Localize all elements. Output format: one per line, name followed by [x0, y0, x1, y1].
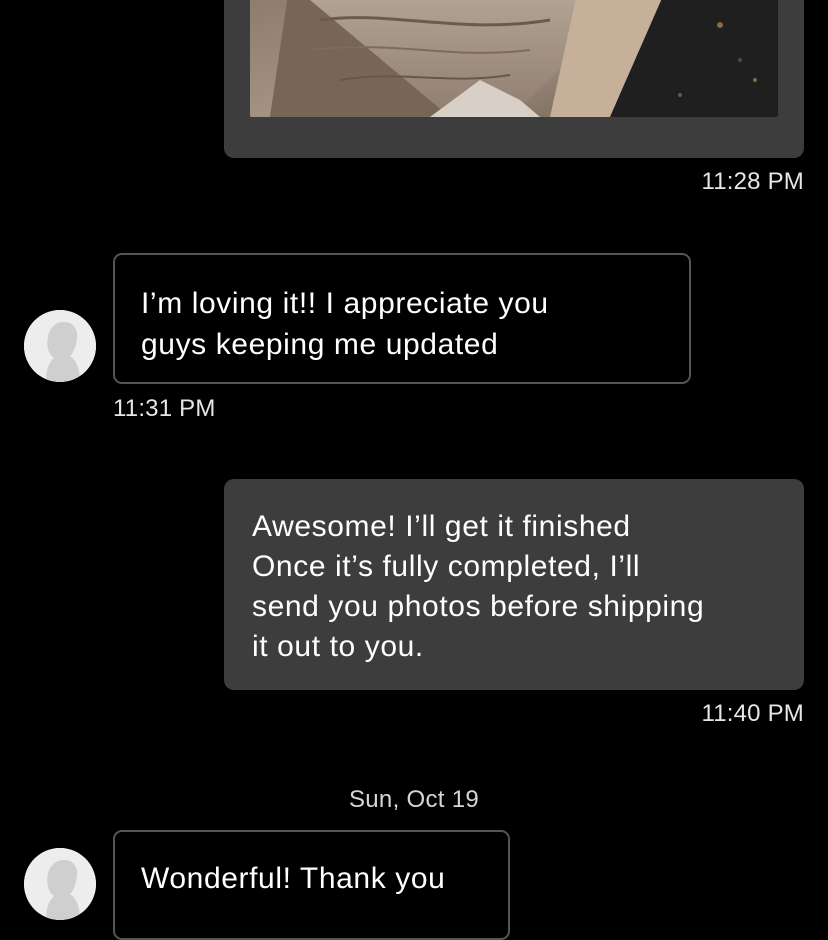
message-timestamp: 11:40 PM [701, 700, 804, 727]
message-line: Once it’s fully completed, I’ll [252, 550, 641, 583]
wood-craft-photo[interactable] [250, 0, 778, 117]
person-silhouette-icon [24, 310, 96, 382]
outgoing-photo-bubble[interactable] [224, 0, 804, 158]
incoming-message-bubble[interactable]: Wonderful! Thank you [113, 830, 510, 940]
message-line: send you photos before shipping [252, 590, 705, 623]
message-line: it out to you. [252, 630, 424, 663]
avatar[interactable] [24, 848, 96, 920]
date-separator: Sun, Oct 19 [348, 786, 480, 813]
message-line: I’m loving it!! I appreciate you [141, 287, 549, 320]
message-line: Awesome! I’ll get it finished [252, 510, 631, 543]
person-silhouette-icon [24, 848, 96, 920]
message-line: guys keeping me updated [141, 328, 499, 361]
photo-image [250, 0, 778, 117]
message-timestamp: 11:28 PM [701, 168, 804, 195]
message-line: Wonderful! Thank you [141, 862, 446, 895]
avatar[interactable] [24, 310, 96, 382]
outgoing-message-bubble[interactable]: Awesome! I’ll get it finished Once it’s … [224, 479, 804, 690]
message-timestamp: 11:31 PM [113, 395, 216, 422]
incoming-message-bubble[interactable]: I’m loving it!! I appreciate you guys ke… [113, 253, 691, 384]
